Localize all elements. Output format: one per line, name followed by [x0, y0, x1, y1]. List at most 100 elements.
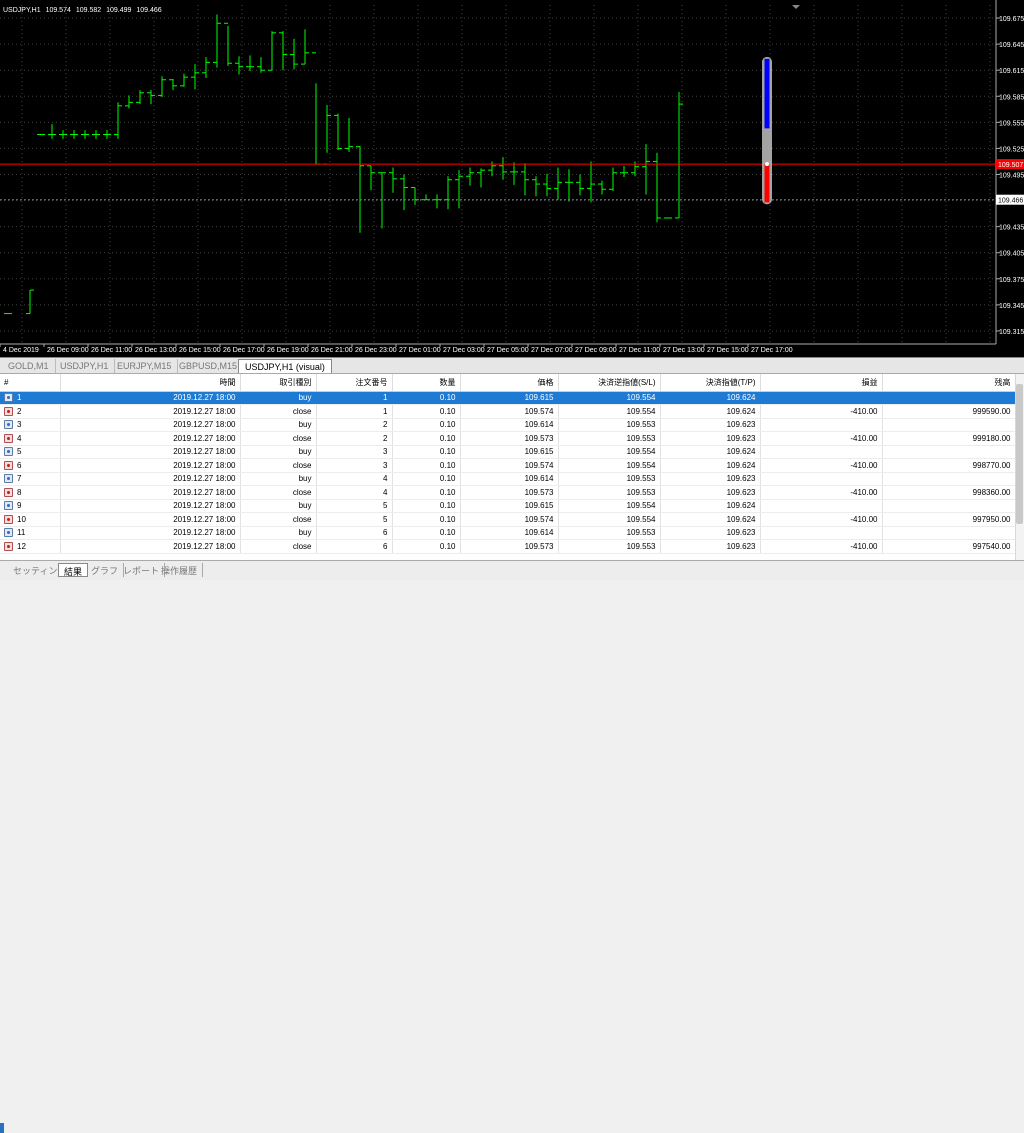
cell-volume: 0.10	[392, 526, 461, 540]
cell-profit	[760, 445, 883, 459]
close-order-icon	[4, 514, 13, 524]
cell-time: 2019.12.27 18:00	[60, 499, 241, 513]
time-tick-label: 27 Dec 17:00	[751, 347, 793, 354]
table-row[interactable]: 4 2019.12.27 18:00 close 2 0.10 109.573 109.55…	[0, 431, 1016, 446]
cell-time: 2019.12.27 18:00	[60, 458, 241, 473]
table-row[interactable]: 9 2019.12.27 18:00 buy 5 0.10 109.615 109.554 1…	[0, 499, 1016, 513]
cell-time: 2019.12.27 18:00	[60, 539, 241, 554]
cell-number: 1	[0, 391, 61, 405]
ohlc-low: 109.499	[106, 7, 132, 14]
buy-order-icon	[4, 420, 13, 430]
cell-sl: 109.553	[558, 431, 661, 446]
chart-tab-usdjpy[interactable]: USDJPY,H1	[54, 359, 116, 373]
cell-number: 11	[0, 526, 61, 540]
table-row[interactable]: 1 2019.12.27 18:00 buy 1 0.10 109.615 109.554 1…	[0, 391, 1016, 405]
price-tick-label: 109.345	[999, 303, 1024, 310]
close-order-icon	[4, 460, 13, 470]
row-number: 4	[17, 433, 22, 443]
price-tick-label: 109.315	[999, 329, 1024, 336]
col-header-type[interactable]: 取引種別	[240, 374, 317, 392]
col-header-balance[interactable]: 残高	[882, 374, 1016, 392]
time-tick-label: 27 Dec 11:00	[619, 347, 660, 354]
scrollbar-thumb[interactable]	[1016, 384, 1023, 524]
col-header-sl[interactable]: 決済逆指値(S/L)	[558, 374, 661, 392]
col-header-number[interactable]: #	[0, 374, 61, 392]
tab-journal[interactable]: 操作履歴	[156, 563, 204, 577]
buy-order-icon	[4, 447, 13, 457]
table-row[interactable]: 7 2019.12.27 18:00 buy 4 0.10 109.614 109.553 1…	[0, 472, 1016, 486]
price-chart[interactable]: 109.675 109.645 109.615 109.585 109.555 109.5…	[0, 0, 1024, 357]
cell-time: 2019.12.27 18:00	[60, 472, 241, 486]
tab-results[interactable]: 結果	[58, 563, 89, 577]
row-number: 5	[17, 447, 22, 457]
cell-price: 109.573	[460, 431, 559, 446]
table-row[interactable]: 10 2019.12.27 18:00 close 5 0.10 109.574 109.5…	[0, 512, 1016, 527]
time-tick-label: 27 Dec 01:00	[399, 347, 441, 354]
cell-price: 109.615	[460, 499, 559, 513]
cell-profit	[760, 526, 883, 540]
price-tick-label: 109.585	[999, 94, 1024, 101]
close-order-icon	[4, 433, 13, 443]
table-row[interactable]: 3 2019.12.27 18:00 buy 2 0.10 109.614 109.553 1…	[0, 418, 1016, 432]
table-row[interactable]: 5 2019.12.27 18:00 buy 3 0.10 109.615 109.554 1…	[0, 445, 1016, 459]
col-header-profit[interactable]: 損益	[760, 374, 883, 392]
cell-order: 3	[316, 458, 393, 473]
chart-symbol-header: USDJPY,H1 109.574 109.582 109.499 109.46…	[3, 7, 165, 14]
col-header-price[interactable]: 価格	[460, 374, 559, 392]
cell-order: 5	[316, 512, 393, 527]
table-row[interactable]: 12 2019.12.27 18:00 close 6 0.10 109.573 109.5…	[0, 539, 1016, 554]
price-tick-label: 109.615	[999, 68, 1024, 75]
results-table-panel: # 時間 取引種別 注文番号 数量 価格 決済逆指値(S/L) 決済指値(T/P…	[0, 374, 1024, 560]
cell-type: close	[240, 458, 317, 473]
close-order-icon	[4, 487, 13, 497]
row-number: 3	[17, 420, 22, 430]
chart-tab-eurjpy[interactable]: EURJPY,M15	[111, 359, 179, 373]
cell-sl: 109.553	[558, 526, 661, 540]
col-header-tp[interactable]: 決済指値(T/P)	[660, 374, 761, 392]
price-tick-label: 109.435	[999, 225, 1024, 232]
cell-order: 4	[316, 472, 393, 486]
cell-number: 5	[0, 445, 61, 459]
vertical-scrollbar[interactable]	[1015, 374, 1024, 560]
cell-tp: 109.624	[660, 404, 761, 419]
col-header-volume[interactable]: 数量	[392, 374, 461, 392]
col-header-time[interactable]: 時間	[60, 374, 241, 392]
table-row[interactable]: 8 2019.12.27 18:00 close 4 0.10 109.573 109.55…	[0, 485, 1016, 500]
close-order-icon	[4, 406, 13, 416]
ohlc-open: 109.574	[45, 7, 71, 14]
table-row[interactable]: 2 2019.12.27 18:00 close 1 0.10 109.574 109.55…	[0, 404, 1016, 419]
chart-tab-gbpusd[interactable]: GBPUSD,M15	[173, 359, 245, 373]
cell-tp: 109.623	[660, 526, 761, 540]
cell-time: 2019.12.27 18:00	[60, 404, 241, 419]
chart-shift-marker	[792, 5, 800, 9]
col-header-order[interactable]: 注文番号	[316, 374, 393, 392]
cell-tp: 109.624	[660, 512, 761, 527]
price-tick-label: 109.645	[999, 42, 1024, 49]
cell-time: 2019.12.27 18:00	[60, 418, 241, 432]
table-row[interactable]: 11 2019.12.27 18:00 buy 6 0.10 109.614 109.553…	[0, 526, 1016, 540]
cell-type: close	[240, 539, 317, 554]
cell-volume: 0.10	[392, 499, 461, 513]
tick-bar-dot	[765, 162, 769, 167]
table-row[interactable]: 6 2019.12.27 18:00 close 3 0.10 109.574 109.55…	[0, 458, 1016, 473]
cell-balance: 997950.00	[882, 512, 1016, 527]
chart-canvas[interactable]: 109.675 109.645 109.615 109.585 109.555 109.5…	[0, 0, 1024, 357]
cell-volume: 0.10	[392, 485, 461, 500]
ohlc-high: 109.582	[75, 7, 102, 14]
cell-price: 109.615	[460, 445, 559, 459]
chart-tab-gold[interactable]: GOLD,M1	[2, 359, 56, 373]
cell-order: 2	[316, 431, 393, 446]
chart-window-tabs: GOLD,M1 USDJPY,H1 EURJPY,M15 GBPUSD,M15 …	[0, 357, 1024, 374]
cell-balance	[882, 391, 1016, 405]
time-tick-label: 26 Dec 17:00	[223, 347, 265, 354]
cell-balance	[882, 499, 1016, 513]
cell-sl: 109.553	[558, 485, 661, 500]
cell-sl: 109.554	[558, 391, 661, 405]
cell-balance	[882, 472, 1016, 486]
row-number: 2	[17, 406, 22, 416]
cell-balance	[882, 526, 1016, 540]
cell-volume: 0.10	[392, 431, 461, 446]
cell-volume: 0.10	[392, 404, 461, 419]
chart-tab-usdjpy-visual[interactable]: USDJPY,H1 (visual)	[238, 359, 332, 373]
time-tick-label: 27 Dec 15:00	[707, 347, 749, 354]
